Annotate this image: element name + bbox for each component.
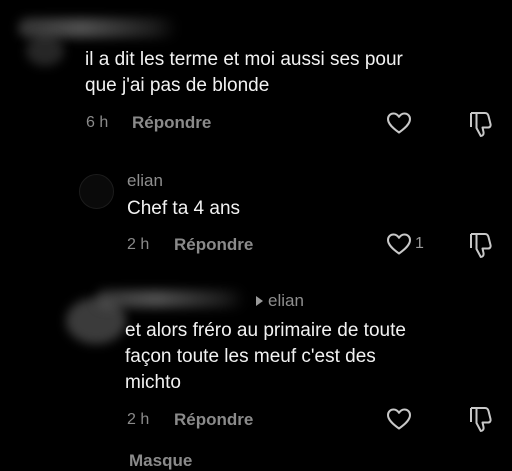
blurred-username <box>96 290 246 308</box>
heart-outline-icon <box>386 111 412 135</box>
reply-to-username[interactable]: elian <box>268 291 304 311</box>
avatar[interactable] <box>79 174 114 209</box>
like-button[interactable]: 1 <box>386 232 424 256</box>
thumbs-down-outline-icon <box>468 110 494 138</box>
thumbs-down-outline-icon <box>468 405 494 433</box>
comment-timestamp: 2 h <box>127 411 150 428</box>
comment-username[interactable]: elian <box>127 171 163 191</box>
reply-button[interactable]: Répondre <box>174 410 253 430</box>
comment-text: Chef ta 4 ans <box>127 198 241 219</box>
reply-arrow-icon <box>256 296 263 306</box>
reply-button[interactable]: Répondre <box>174 235 253 255</box>
thumbs-down-outline-icon <box>468 231 494 259</box>
blurred-avatar <box>26 36 64 66</box>
heart-outline-icon <box>386 407 412 431</box>
dislike-button[interactable] <box>468 110 494 138</box>
like-button[interactable] <box>386 111 412 135</box>
heart-outline-icon <box>386 232 412 256</box>
hide-replies-button[interactable]: Masque <box>129 451 192 471</box>
reply-button[interactable]: Répondre <box>132 113 211 133</box>
comment-timestamp: 2 h <box>127 236 150 253</box>
dislike-button[interactable] <box>468 231 494 259</box>
like-button[interactable] <box>386 407 412 431</box>
comment-text: et alors fréro au primaire de toute faço… <box>125 320 406 393</box>
blurred-username <box>18 18 178 38</box>
dislike-button[interactable] <box>468 405 494 433</box>
like-count: 1 <box>415 235 424 252</box>
comment-timestamp: 6 h <box>86 114 109 131</box>
comment-text: il a dit les terme et moi aussi ses pour… <box>85 49 403 96</box>
